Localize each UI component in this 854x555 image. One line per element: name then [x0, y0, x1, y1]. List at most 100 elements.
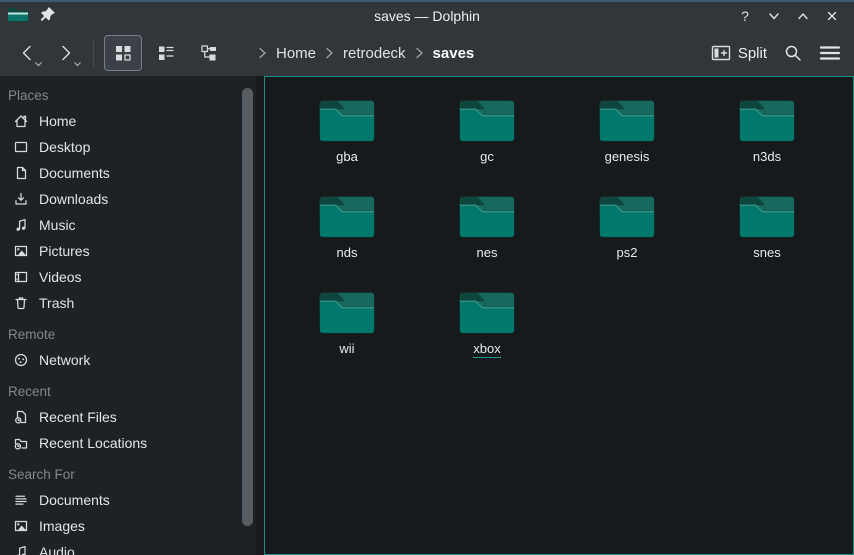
folder-item[interactable]: n3ds [697, 91, 837, 187]
titlebar: saves — Dolphin ? [0, 2, 854, 30]
sidebar-item-desktop[interactable]: Desktop [0, 134, 256, 160]
section-header-search-for: Search For [0, 461, 256, 487]
sidebar-item-search-images[interactable]: Images [0, 513, 256, 539]
folder-icon [317, 95, 377, 144]
toolbar-separator [93, 39, 94, 67]
home-icon [13, 113, 29, 129]
sidebar-item-home[interactable]: Home [0, 108, 256, 134]
maximize-button[interactable] [793, 6, 813, 26]
sidebar-item-label: Recent Files [39, 409, 117, 425]
folder-icon [457, 95, 517, 144]
folder-item[interactable]: gba [277, 91, 417, 187]
folder-grid: gba gc [265, 77, 853, 379]
app-folder-icon [7, 5, 29, 28]
folder-icon [317, 191, 377, 240]
dolphin-window: saves — Dolphin ? [0, 0, 854, 555]
sidebar-item-label: Home [39, 113, 76, 129]
sidebar-item-label: Documents [39, 165, 110, 181]
pin-icon[interactable] [39, 5, 57, 28]
sidebar-item-recent-files[interactable]: Recent Files [0, 404, 256, 430]
search-icon [783, 43, 803, 63]
folder-label: ps2 [617, 245, 638, 260]
music-note-icon [13, 217, 29, 233]
sidebar-item-label: Pictures [39, 243, 90, 259]
sidebar-item-trash[interactable]: Trash [0, 290, 256, 316]
sidebar-item-downloads[interactable]: Downloads [0, 186, 256, 212]
forward-button[interactable] [49, 36, 83, 70]
hamburger-icon [819, 45, 841, 61]
details-tree-view-button[interactable] [190, 35, 228, 71]
split-icon [711, 45, 731, 61]
breadcrumb-item-saves[interactable]: saves [431, 43, 477, 64]
sidebar-item-search-documents[interactable]: Documents [0, 487, 256, 513]
breadcrumb: Home retrodeck saves [258, 43, 476, 64]
sidebar-item-network[interactable]: Network [0, 347, 256, 373]
folder-item[interactable]: gc [417, 91, 557, 187]
folder-view[interactable]: gba gc [264, 76, 854, 555]
breadcrumb-item-home[interactable]: Home [274, 43, 318, 64]
trash-icon [13, 295, 29, 311]
sidebar-item-recent-locations[interactable]: Recent Locations [0, 430, 256, 456]
sidebar-item-search-audio[interactable]: Audio [0, 539, 256, 555]
image-icon [13, 243, 29, 259]
document-icon [13, 165, 29, 181]
folder-item-selected[interactable]: xbox [417, 283, 557, 379]
sidebar-item-label: Music [39, 217, 76, 233]
folder-icon [597, 95, 657, 144]
folder-item[interactable]: nds [277, 187, 417, 283]
window-title: saves — Dolphin [0, 8, 854, 24]
folder-item[interactable]: ps2 [557, 187, 697, 283]
forward-dropdown-caret [73, 61, 82, 67]
breadcrumb-chevron-icon[interactable] [415, 47, 424, 59]
folder-label: snes [753, 245, 780, 260]
folder-icon [457, 191, 517, 240]
help-button[interactable]: ? [735, 6, 755, 26]
folder-icon [317, 287, 377, 336]
sidebar-item-label: Desktop [39, 139, 90, 155]
close-button[interactable] [822, 6, 842, 26]
sidebar-item-music[interactable]: Music [0, 212, 256, 238]
music-note-icon [13, 544, 29, 555]
split-label: Split [738, 45, 767, 62]
split-button[interactable]: Split [711, 45, 767, 62]
section-header-recent: Recent [0, 378, 256, 404]
sidebar-item-label: Images [39, 518, 85, 534]
sidebar-item-videos[interactable]: Videos [0, 264, 256, 290]
compact-view-button[interactable] [147, 35, 185, 71]
folder-label: gc [480, 149, 494, 164]
folder-icon [597, 191, 657, 240]
desktop-icon [13, 139, 29, 155]
folder-icon [737, 191, 797, 240]
search-button[interactable] [783, 43, 803, 63]
folder-label: nds [337, 245, 358, 260]
sidebar-item-label: Audio [39, 544, 75, 555]
sidebar-item-label: Documents [39, 492, 110, 508]
breadcrumb-chevron-icon[interactable] [325, 47, 334, 59]
download-icon [13, 191, 29, 207]
sidebar-item-documents[interactable]: Documents [0, 160, 256, 186]
icons-view-button[interactable] [104, 35, 142, 71]
folder-icon [737, 95, 797, 144]
breadcrumb-chevron-icon[interactable] [258, 47, 267, 59]
folder-item[interactable]: genesis [557, 91, 697, 187]
sidebar-item-label: Videos [39, 269, 82, 285]
places-panel: Places Home Desktop Documents [0, 76, 256, 555]
minimize-button[interactable] [764, 6, 784, 26]
section-header-remote: Remote [0, 321, 256, 347]
sidebar-item-label: Downloads [39, 191, 108, 207]
folder-item[interactable]: snes [697, 187, 837, 283]
back-button[interactable] [10, 36, 44, 70]
folder-label: n3ds [753, 149, 781, 164]
breadcrumb-item-retrodeck[interactable]: retrodeck [341, 43, 408, 64]
sidebar-scrollbar[interactable] [242, 88, 253, 526]
sidebar-item-label: Network [39, 352, 90, 368]
menu-button[interactable] [819, 45, 841, 61]
folder-label: xbox [473, 341, 500, 358]
sidebar-item-label: Recent Locations [39, 435, 147, 451]
folder-item[interactable]: nes [417, 187, 557, 283]
back-dropdown-caret [34, 61, 43, 67]
film-icon [13, 269, 29, 285]
sidebar-item-pictures[interactable]: Pictures [0, 238, 256, 264]
sidebar-item-label: Trash [39, 295, 74, 311]
folder-item[interactable]: wii [277, 283, 417, 379]
